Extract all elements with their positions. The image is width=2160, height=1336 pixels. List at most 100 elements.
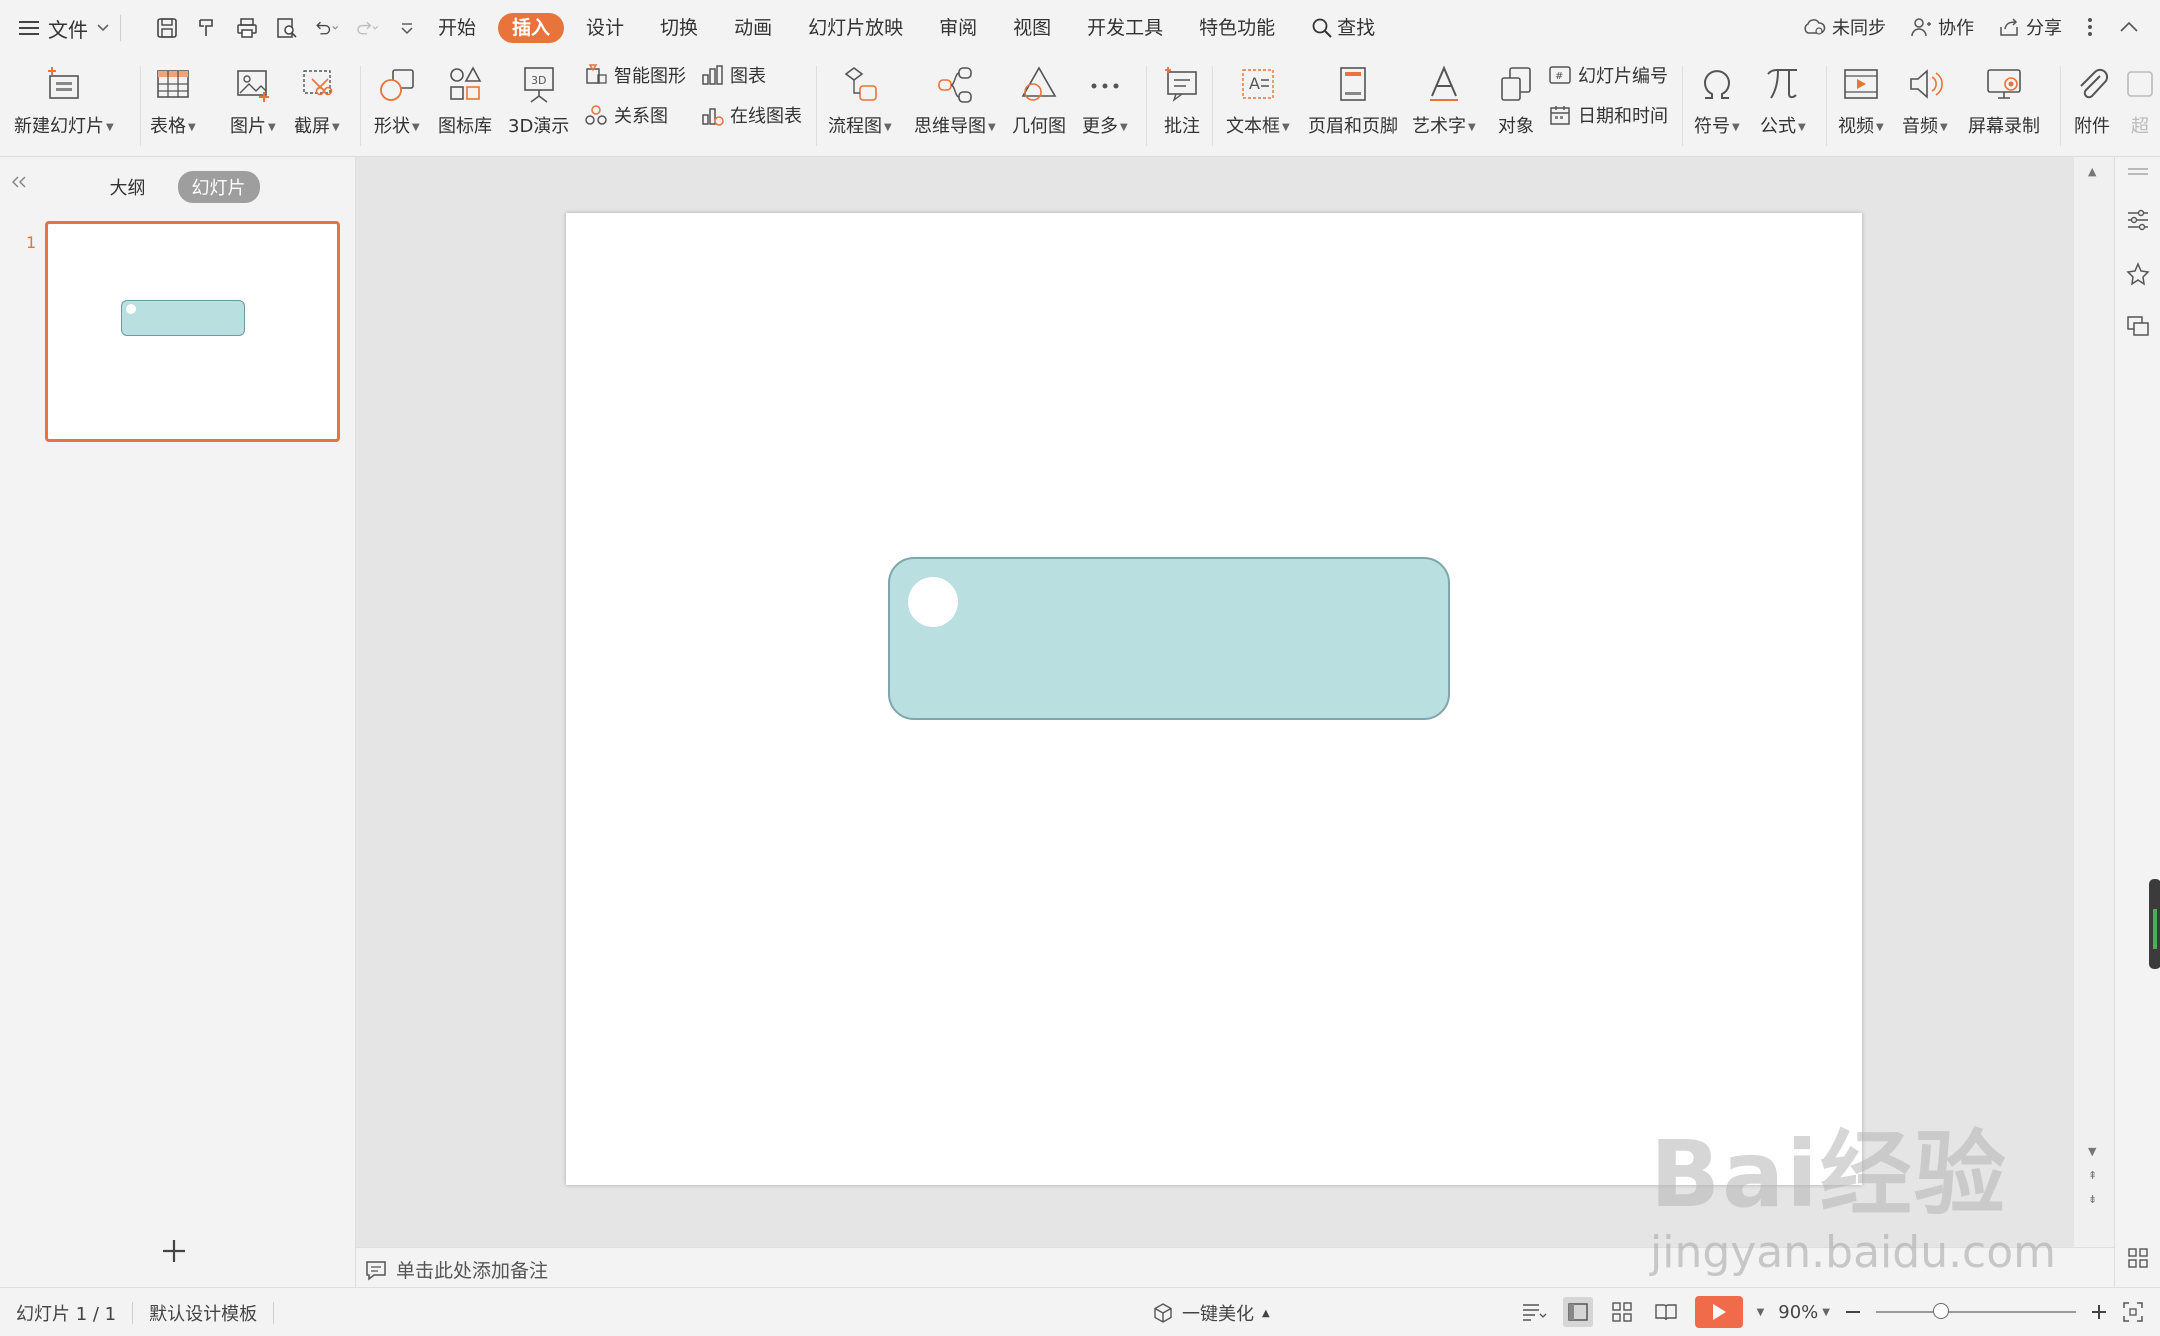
side-edge-widget[interactable]: [2147, 879, 2160, 969]
slide-switch-icon[interactable]: [2115, 313, 2160, 339]
header-footer-button[interactable]: 页眉和页脚: [1308, 62, 1398, 138]
redo-icon[interactable]: [353, 14, 381, 42]
zoom-slider[interactable]: [1876, 1303, 2076, 1319]
comment-button[interactable]: 批注: [1160, 62, 1204, 138]
print-icon[interactable]: [233, 14, 261, 42]
3d-demo-button[interactable]: 3D 3D演示: [508, 62, 569, 138]
add-slide-icon[interactable]: [160, 1237, 188, 1265]
sync-status-button[interactable]: 未同步: [1802, 14, 1886, 40]
new-slide-button[interactable]: 新建幻灯片 ▼: [14, 62, 114, 138]
notes-area[interactable]: 单击此处添加备注: [356, 1247, 2114, 1288]
mindmap-button[interactable]: 思维导图 ▼: [914, 62, 996, 138]
geometry-button[interactable]: 几何图: [1012, 62, 1066, 138]
wordart-button[interactable]: 艺术字 ▼: [1412, 62, 1476, 138]
online-chart-button[interactable]: 在线图表: [700, 102, 802, 128]
datetime-button[interactable]: 日期和时间: [1548, 102, 1668, 128]
share-button[interactable]: 分享: [1998, 14, 2062, 40]
object-button[interactable]: 对象: [1494, 62, 1538, 138]
file-menu-button[interactable]: 文件: [18, 14, 110, 43]
icon-library-button[interactable]: 图标库: [438, 62, 492, 138]
chart-button[interactable]: 图表: [700, 62, 766, 88]
one-click-beautify-button[interactable]: 一键美化 ▲: [1152, 1300, 1270, 1326]
print-preview-icon[interactable]: [273, 14, 301, 42]
search-button[interactable]: 查找: [1293, 13, 1393, 43]
tab-outline[interactable]: 大纲: [96, 171, 160, 203]
side-toolbar-grip: [2115, 167, 2160, 177]
collapse-ribbon-icon[interactable]: [2118, 19, 2140, 35]
picture-button[interactable]: 图片 ▼: [230, 62, 276, 138]
tab-design[interactable]: 设计: [568, 13, 642, 43]
zoom-caret-icon[interactable]: ▼: [1822, 1307, 1830, 1318]
video-button[interactable]: 视频 ▼: [1838, 62, 1884, 138]
circle-shape[interactable]: [908, 577, 958, 627]
flowchart-button[interactable]: 流程图 ▼: [828, 62, 892, 138]
reading-view-icon[interactable]: [1651, 1297, 1681, 1327]
save-icon[interactable]: [153, 14, 181, 42]
fit-window-icon[interactable]: [2122, 1301, 2144, 1323]
play-slideshow-button[interactable]: [1694, 1296, 1743, 1328]
format-painter-icon[interactable]: [193, 14, 221, 42]
truncated-button[interactable]: 超: [2118, 62, 2160, 138]
hamburger-icon: [18, 19, 40, 37]
grid-view-icon[interactable]: [2115, 1247, 2160, 1269]
slide[interactable]: [566, 213, 1862, 1185]
zoom-in-icon[interactable]: [2090, 1303, 2108, 1321]
slide-number-button[interactable]: # 幻灯片编号: [1548, 62, 1668, 88]
tab-animations[interactable]: 动画: [716, 13, 790, 43]
tab-insert[interactable]: 插入: [498, 13, 565, 43]
rounded-rectangle-shape[interactable]: [888, 557, 1450, 720]
tab-special-features[interactable]: 特色功能: [1181, 13, 1293, 43]
symbol-button[interactable]: 符号 ▼: [1694, 62, 1740, 138]
scroll-down-icon[interactable]: ▼: [2088, 1145, 2096, 1158]
slide-editor-canvas[interactable]: [356, 157, 2074, 1247]
undo-icon[interactable]: [313, 14, 341, 42]
table-button[interactable]: 表格 ▼: [150, 62, 196, 138]
formula-button[interactable]: 公式 ▼: [1760, 62, 1806, 138]
divider: [1826, 66, 1827, 146]
tab-slides[interactable]: 幻灯片: [177, 171, 260, 203]
screenshot-button[interactable]: 截屏 ▼: [294, 62, 340, 138]
zoom-level[interactable]: 90%: [1778, 1302, 1818, 1323]
tab-slideshow[interactable]: 幻灯片放映: [790, 13, 921, 43]
zoom-out-icon[interactable]: [1844, 1303, 1862, 1321]
notes-placeholder[interactable]: 单击此处添加备注: [396, 1256, 548, 1283]
comment-icon: [1160, 62, 1204, 106]
collaborate-button[interactable]: 协作: [1910, 14, 1974, 40]
next-slide-icon[interactable]: ⇟: [2088, 1193, 2097, 1206]
tab-review[interactable]: 审阅: [921, 13, 995, 43]
bar-chart-icon: [700, 63, 724, 87]
template-name[interactable]: 默认设计模板: [149, 1300, 257, 1326]
animation-star-icon[interactable]: [2115, 261, 2160, 287]
new-slide-label: 新建幻灯片: [14, 116, 104, 137]
tab-home[interactable]: 开始: [420, 13, 494, 43]
slide-thumbnail[interactable]: [45, 221, 340, 442]
play-options-caret-icon[interactable]: ▼: [1757, 1307, 1765, 1318]
tab-developer[interactable]: 开发工具: [1069, 13, 1181, 43]
properties-icon[interactable]: [2115, 207, 2160, 233]
more-button[interactable]: 更多 ▼: [1082, 62, 1128, 138]
scroll-up-icon[interactable]: ▲: [2088, 165, 2096, 178]
notes-toggle-icon[interactable]: [1519, 1297, 1549, 1327]
tab-view[interactable]: 视图: [995, 13, 1069, 43]
object-label: 对象: [1498, 116, 1534, 137]
tab-transitions[interactable]: 切换: [642, 13, 716, 43]
relation-chart-button[interactable]: 关系图: [584, 102, 668, 128]
zoom-slider-knob[interactable]: [1932, 1303, 1949, 1319]
previous-slide-icon[interactable]: ⇞: [2088, 1169, 2097, 1182]
textbox-button[interactable]: A 文本框 ▼: [1226, 62, 1290, 138]
audio-label: 音频: [1902, 116, 1938, 137]
normal-view-icon[interactable]: [1562, 1297, 1593, 1327]
more-options-icon[interactable]: [2086, 16, 2094, 38]
attachment-button[interactable]: 附件: [2070, 62, 2114, 138]
slide-sorter-view-icon[interactable]: [1607, 1297, 1637, 1327]
audio-button[interactable]: 音频 ▼: [1902, 62, 1948, 138]
divider: [273, 1302, 275, 1324]
screenshot-icon: [295, 62, 339, 106]
comment-label: 批注: [1164, 116, 1200, 137]
smart-graphic-button[interactable]: 智能图形: [584, 62, 686, 88]
sync-label: 未同步: [1832, 18, 1886, 39]
customize-quick-access-icon[interactable]: [393, 14, 421, 42]
vertical-scrollbar[interactable]: ▲ ▼ ⇞ ⇟: [2074, 157, 2114, 1247]
screen-record-button[interactable]: 屏幕录制: [1968, 62, 2040, 138]
shape-button[interactable]: 形状 ▼: [374, 62, 420, 138]
